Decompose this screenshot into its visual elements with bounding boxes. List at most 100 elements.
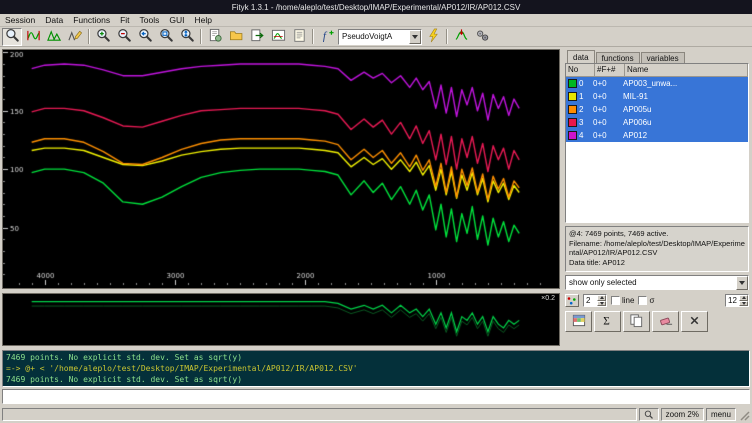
font-size-spinner[interactable]: 12 (725, 294, 749, 307)
chevron-down-icon (412, 35, 418, 39)
table-row[interactable]: 30+0AP006u (566, 116, 748, 129)
svg-text:Σ: Σ (603, 315, 610, 327)
tab-variables[interactable]: variables (641, 52, 685, 63)
spin-down-icon[interactable] (739, 301, 748, 307)
dataset-color-swatch[interactable] (568, 92, 577, 101)
spinner-buttons[interactable] (597, 295, 606, 306)
menu-tools[interactable]: Tools (135, 15, 165, 25)
tab-functions[interactable]: functions (596, 52, 640, 63)
auto-add-button[interactable] (423, 28, 443, 46)
export-data-button[interactable] (247, 28, 267, 46)
drag-peak-mode-button[interactable] (65, 28, 85, 46)
table-row[interactable]: 20+0AP005u (566, 103, 748, 116)
menu-functions[interactable]: Functions (68, 15, 115, 25)
save-image-button[interactable] (268, 28, 288, 46)
add-peak-mode-button[interactable] (44, 28, 64, 46)
menu-help[interactable]: Help (190, 15, 217, 25)
line-checkbox[interactable] (611, 296, 620, 305)
plot-column: ×0.2 (0, 47, 562, 350)
sum-button[interactable]: Σ (594, 311, 621, 332)
sidebar-tabs: datafunctionsvariables (565, 49, 749, 63)
tab-data[interactable]: data (567, 50, 595, 63)
cell-funcs: 0+0 (593, 79, 623, 88)
cell-no: 4 (579, 131, 593, 140)
zoom-out-button[interactable] (114, 28, 134, 46)
status-main-segment (2, 408, 637, 421)
filter-dropdown-arrow[interactable] (736, 276, 748, 290)
data-range-mode-button[interactable] (23, 28, 43, 46)
toolbar-separator (446, 29, 448, 44)
function-type-dropdown[interactable]: PseudoVoigtA (338, 29, 422, 45)
table-icon (571, 313, 587, 331)
sigma-checkbox-row: σ (638, 296, 654, 305)
console-line: 7469 points. No explicit std. dev. Set a… (6, 374, 746, 385)
transform-data-button[interactable] (565, 311, 592, 332)
fit-run-button[interactable] (451, 28, 471, 46)
close-icon (688, 314, 701, 330)
sigma-checkbox-label: σ (649, 296, 654, 305)
menu-session[interactable]: Session (0, 15, 40, 25)
zoom-in-button[interactable] (93, 28, 113, 46)
open-data-button[interactable] (226, 28, 246, 46)
table-row[interactable]: 10+0MIL-91 (566, 90, 748, 103)
table-row[interactable]: 40+0AP012 (566, 129, 748, 142)
data-grid: No#F+#Name 00+0AP003_unwa...10+0MIL-9120… (565, 63, 749, 223)
dataset-color-swatch[interactable] (568, 105, 577, 114)
zoom-prev-button[interactable] (135, 28, 155, 46)
data-grid-rows: 00+0AP003_unwa...10+0MIL-9120+0AP005u30+… (566, 77, 748, 142)
script-icon (208, 28, 223, 46)
menu-gui[interactable]: GUI (164, 15, 189, 25)
show-log-button[interactable] (289, 28, 309, 46)
font-size-value: 12 (726, 295, 739, 306)
cell-funcs: 0+0 (593, 131, 623, 140)
status-menu[interactable]: menu (706, 408, 736, 421)
main-plot-canvas[interactable] (3, 50, 557, 286)
output-console[interactable]: 7469 points. No explicit std. dev. Set a… (2, 350, 750, 387)
export-icon (250, 28, 265, 46)
resize-grip[interactable] (738, 409, 750, 421)
display-controls: 2 line σ 12 (565, 293, 749, 308)
eraser-icon (658, 313, 674, 331)
table-row[interactable]: 00+0AP003_unwa... (566, 77, 748, 90)
app-window: Fityk 1.3.1 - /home/aleplo/test/Desktop/… (0, 0, 752, 423)
console-wrap: 7469 points. No explicit std. dev. Set a… (0, 350, 752, 388)
spin-down-icon[interactable] (597, 301, 606, 307)
dataset-color-swatch[interactable] (568, 79, 577, 88)
cell-funcs: 0+0 (593, 105, 623, 114)
copy-data-button[interactable] (623, 311, 650, 332)
peaks-icon (47, 28, 62, 46)
status-zoom[interactable]: zoom 2% (661, 408, 704, 421)
erase-data-button[interactable] (652, 311, 679, 332)
delete-data-button[interactable] (681, 311, 708, 332)
magnifier-minus-icon (117, 28, 132, 46)
zoom-all-button[interactable] (156, 28, 176, 46)
menu-fit[interactable]: Fit (115, 15, 134, 25)
add-function-button[interactable]: f (317, 28, 337, 46)
spinner-buttons[interactable] (739, 295, 748, 306)
fit-settings-button[interactable] (472, 28, 492, 46)
dropdown-arrow-button[interactable] (409, 30, 421, 44)
chart-image-icon (271, 28, 286, 46)
point-style-button[interactable] (565, 294, 579, 307)
status-bar: zoom 2% menu (0, 406, 752, 423)
point-size-spinner[interactable]: 2 (583, 294, 607, 307)
svg-text:f: f (322, 30, 327, 42)
command-input[interactable] (2, 389, 750, 404)
zoom-vert-button[interactable] (177, 28, 197, 46)
filter-dropdown[interactable]: show only selected (565, 275, 749, 290)
sigma-checkbox[interactable] (638, 296, 647, 305)
magnifier-all-icon (159, 28, 174, 46)
exec-script-button[interactable] (205, 28, 225, 46)
zoom-mode-button[interactable] (2, 28, 22, 46)
log-page-icon (292, 28, 307, 46)
auxiliary-plot-canvas[interactable] (3, 294, 557, 343)
magnifier-icon (644, 410, 654, 420)
line-checkbox-label: line (622, 296, 634, 305)
dataset-color-swatch[interactable] (568, 118, 577, 127)
menu-data[interactable]: Data (40, 15, 68, 25)
dataset-color-swatch[interactable] (568, 131, 577, 140)
console-line: 7469 points. No explicit std. dev. Set a… (6, 352, 746, 363)
cell-name: AP005u (623, 105, 748, 114)
sigma-icon: Σ (600, 313, 615, 331)
peak-pencil-icon (68, 28, 83, 46)
